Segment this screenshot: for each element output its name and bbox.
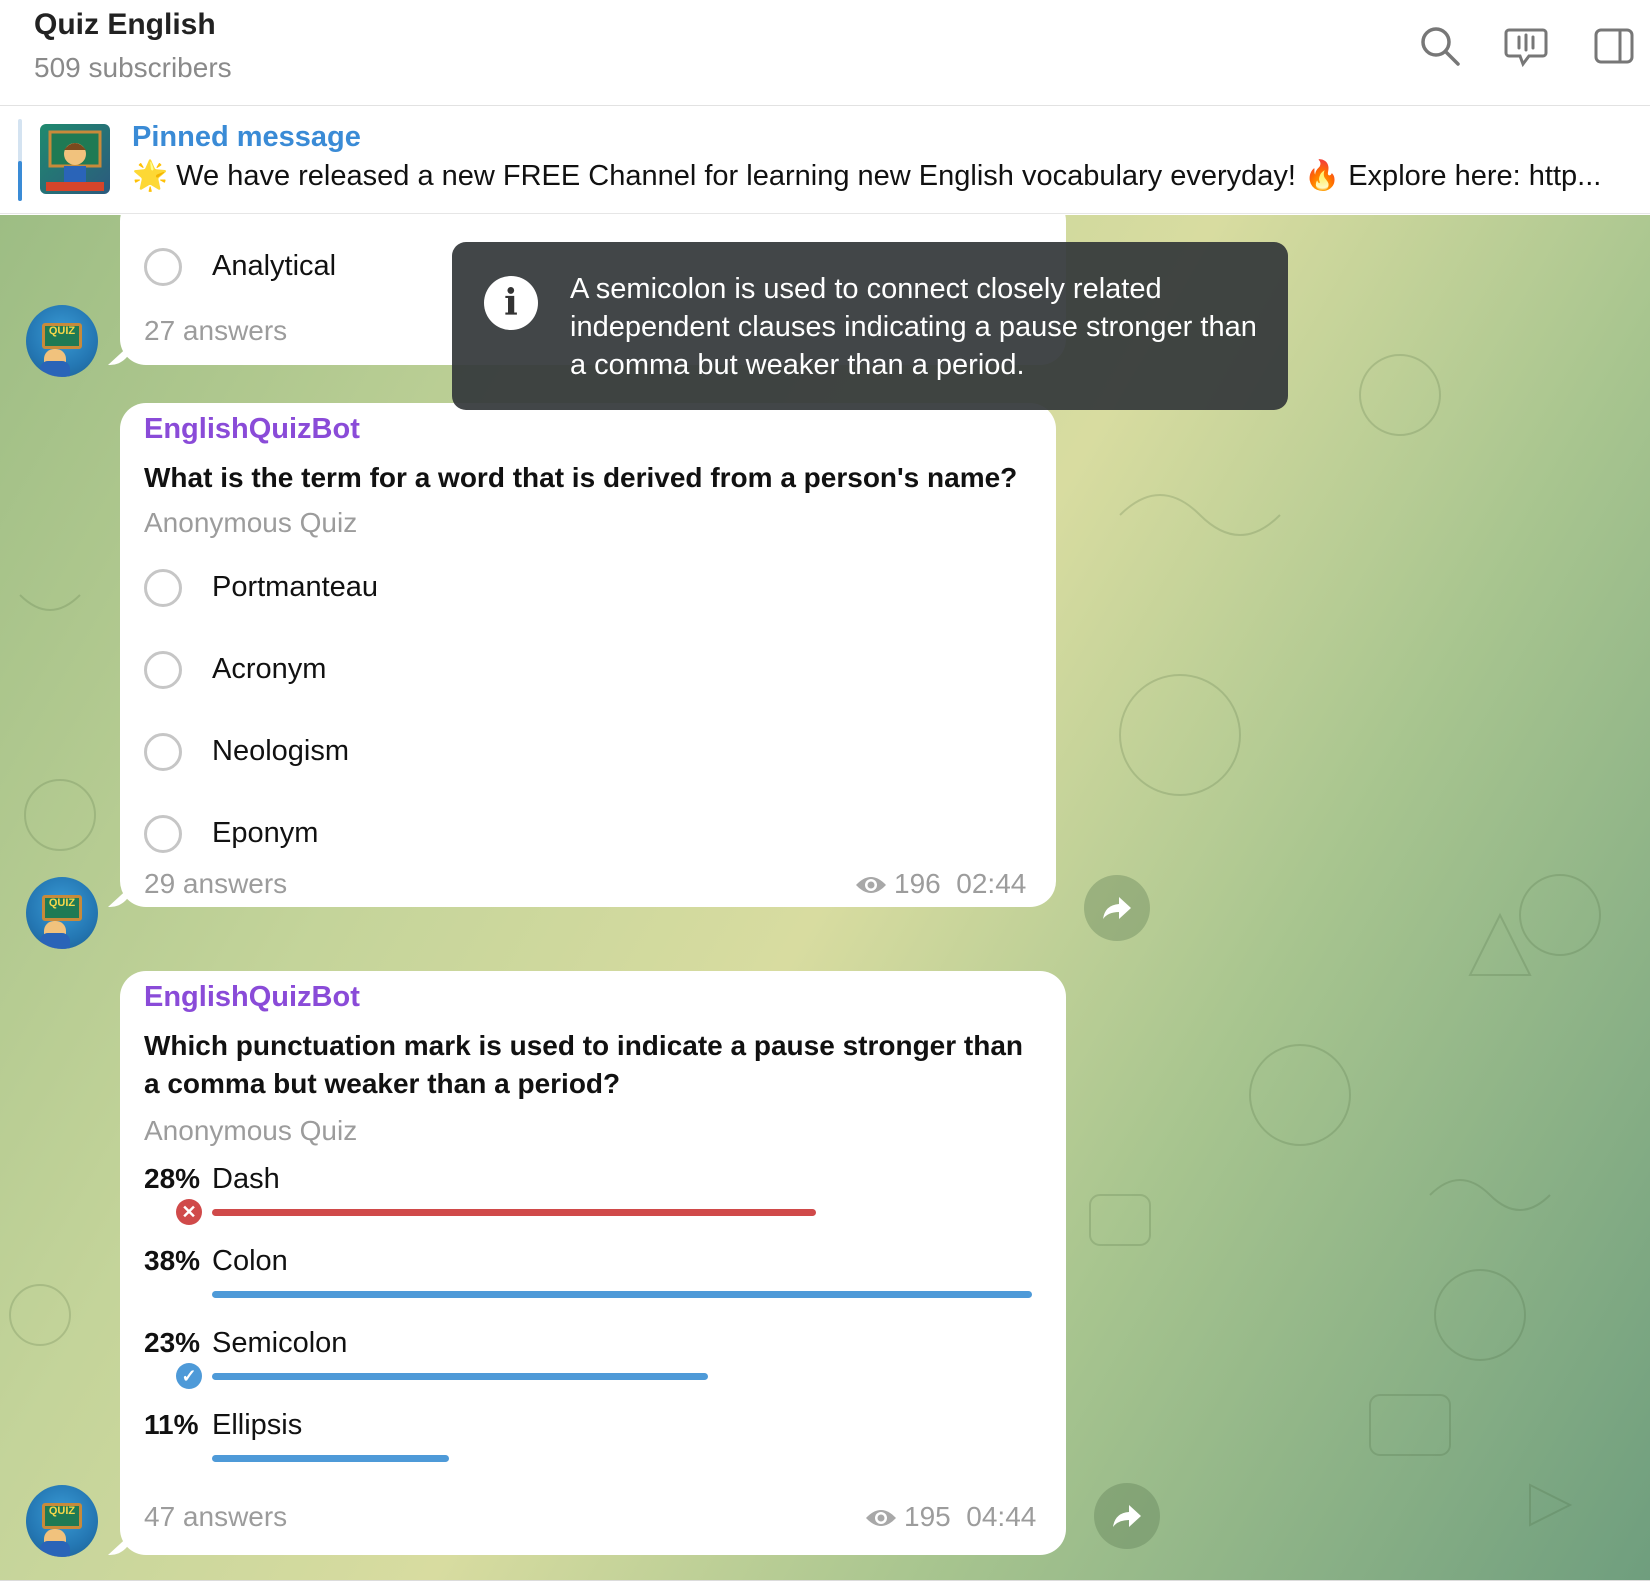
pinned-text-link: Explore here: http... (1348, 160, 1602, 192)
quiz-question: What is the term for a word that is deri… (144, 462, 1018, 493)
result-bar (212, 1291, 1032, 1298)
option-label: Analytical (212, 250, 337, 282)
star-emoji: 🌟 (132, 160, 169, 192)
message-time: 04:44 (966, 1501, 1037, 1532)
result-label: Dash (212, 1163, 280, 1195)
forward-icon (1103, 897, 1131, 919)
result-label: Ellipsis (212, 1409, 303, 1441)
info-icon: i (484, 276, 538, 330)
radio-button[interactable] (144, 733, 182, 771)
message-time: 02:44 (956, 868, 1027, 899)
answers-count: 27 answers (144, 315, 288, 346)
subscriber-count: 509 subscribers (34, 52, 232, 83)
radio-button[interactable] (144, 569, 182, 607)
quiz-type: Anonymous Quiz (144, 507, 358, 538)
poll-result: 23% Semicolon ✓ (144, 1325, 1024, 1403)
radio-button[interactable] (144, 248, 182, 286)
option-label: Portmanteau (212, 571, 379, 603)
eye-icon (866, 1510, 896, 1526)
result-percent: 11% (144, 1409, 199, 1440)
pinned-text: 🌟 We have released a new FREE Channel fo… (132, 159, 1632, 193)
message-bubble-2: EnglishQuizBot What is the term for a wo… (108, 403, 1056, 907)
live-stream-icon[interactable] (1504, 24, 1548, 68)
explanation-toast[interactable]: i A semicolon is used to connect closely… (452, 242, 1288, 410)
answers-count: 47 answers (144, 1501, 288, 1532)
eye-icon (856, 877, 886, 893)
pinned-title: Pinned message (132, 121, 361, 153)
answers-count: 29 answers (144, 868, 288, 899)
pinned-text-main: We have released a new FREE Channel for … (176, 160, 1296, 192)
share-button[interactable] (1084, 875, 1150, 941)
result-percent: 23% (144, 1327, 201, 1358)
avatar[interactable]: QUIZ (26, 305, 98, 377)
share-button[interactable] (1094, 1483, 1160, 1549)
pinned-thumbnail (40, 124, 110, 194)
search-icon[interactable] (1418, 24, 1462, 68)
result-label: Semicolon (212, 1327, 348, 1359)
radio-button[interactable] (144, 651, 182, 689)
view-count: 195 (904, 1501, 951, 1532)
option-label: Acronym (212, 653, 327, 685)
result-percent: 38% (144, 1245, 201, 1276)
message-meta: 196 02:44 (854, 868, 1026, 900)
result-bar (212, 1373, 708, 1380)
avatar[interactable]: QUIZ (26, 1485, 98, 1557)
chat-bottom-edge (0, 1580, 1650, 1594)
wrong-answer-icon: ✕ (176, 1199, 202, 1225)
pin-indicator-active (18, 161, 22, 201)
result-percent: 28% (144, 1163, 201, 1194)
sender-name[interactable]: EnglishQuizBot (144, 981, 360, 1014)
radio-button[interactable] (144, 815, 182, 853)
sidebar-toggle-icon[interactable] (1592, 24, 1636, 68)
toast-text: A semicolon is used to connect closely r… (570, 273, 1257, 381)
correct-answer-icon: ✓ (176, 1363, 202, 1389)
avatar[interactable]: QUIZ (26, 877, 98, 949)
pinned-message-bar[interactable]: Pinned message 🌟 We have released a new … (0, 107, 1650, 214)
message-bubble-3: EnglishQuizBot Which punctuation mark is… (108, 971, 1066, 1555)
forward-icon (1113, 1505, 1141, 1527)
poll-result: 38% Colon (144, 1243, 1032, 1321)
fire-emoji: 🔥 (1304, 160, 1341, 192)
quiz-question: Which punctuation mark is used to indica… (144, 1030, 1024, 1099)
option-label: Eponym (212, 817, 319, 849)
sender-name[interactable]: EnglishQuizBot (144, 413, 360, 446)
option-label: Neologism (212, 735, 349, 767)
chat-area[interactable]: Analytical 27 answers QUIZ EnglishQuizBo… (0, 215, 1650, 1580)
channel-title[interactable]: Quiz English (34, 8, 216, 42)
poll-result: 11% Ellipsis (144, 1407, 1024, 1485)
poll-result: 28% Dash ✕ (144, 1161, 1024, 1239)
result-bar (212, 1209, 816, 1216)
result-label: Colon (212, 1245, 288, 1277)
result-bar (212, 1455, 449, 1462)
quiz-type: Anonymous Quiz (144, 1115, 358, 1146)
message-meta: 195 04:44 (864, 1501, 1036, 1533)
chat-header: Quiz English 509 subscribers (0, 0, 1650, 106)
view-count: 196 (894, 868, 941, 899)
